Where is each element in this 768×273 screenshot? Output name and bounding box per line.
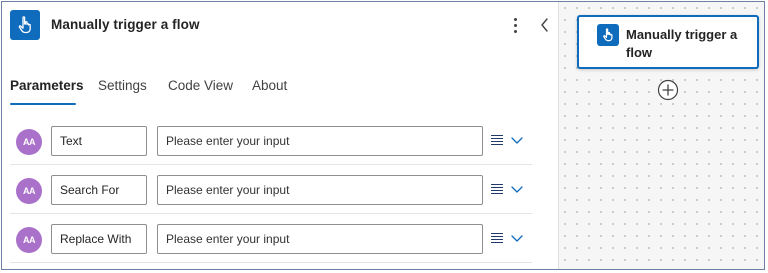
text-type-avatar: AA — [16, 178, 42, 204]
panel-tabs: Parameters Settings Code View About — [2, 72, 558, 106]
parameter-name-field[interactable] — [51, 126, 147, 156]
panel-title: Manually trigger a flow — [51, 17, 200, 32]
add-step-plus-icon[interactable] — [657, 79, 679, 101]
text-type-avatar: AA — [16, 129, 42, 155]
chevron-down-icon[interactable] — [510, 182, 524, 196]
options-menu-icon[interactable] — [490, 231, 504, 245]
parameter-row: AA — [10, 165, 532, 214]
parameter-value-input[interactable] — [157, 175, 483, 205]
trigger-node-card[interactable]: Manually trigger a flow — [577, 15, 759, 69]
chevron-down-icon[interactable] — [510, 231, 524, 245]
tab-code-view[interactable]: Code View — [168, 78, 233, 93]
panel-header: Manually trigger a flow — [2, 2, 558, 48]
options-menu-icon[interactable] — [490, 133, 504, 147]
more-options-icon[interactable] — [504, 14, 526, 36]
trigger-node-title: Manually trigger a flow — [626, 27, 738, 60]
parameter-value-input[interactable] — [157, 224, 483, 254]
hand-pointer-icon — [10, 10, 40, 40]
parameter-row: AA — [10, 214, 532, 263]
tab-parameters[interactable]: Parameters — [10, 78, 84, 93]
tab-about[interactable]: About — [252, 78, 287, 93]
parameter-row: AA — [10, 116, 532, 165]
parameter-name-field[interactable] — [51, 175, 147, 205]
parameter-name-field[interactable] — [51, 224, 147, 254]
active-tab-indicator — [10, 103, 76, 105]
text-type-avatar: AA — [16, 227, 42, 253]
hand-pointer-icon — [597, 24, 619, 46]
collapse-panel-chevron-icon[interactable] — [535, 14, 555, 36]
options-menu-icon[interactable] — [490, 182, 504, 196]
designer-canvas[interactable]: Manually trigger a flow — [559, 2, 764, 269]
details-panel: Manually trigger a flow Parameters Setti… — [2, 2, 559, 269]
app-frame: Manually trigger a flow Parameters Setti… — [1, 1, 765, 270]
tab-settings[interactable]: Settings — [98, 78, 147, 93]
chevron-down-icon[interactable] — [510, 133, 524, 147]
parameter-value-input[interactable] — [157, 126, 483, 156]
